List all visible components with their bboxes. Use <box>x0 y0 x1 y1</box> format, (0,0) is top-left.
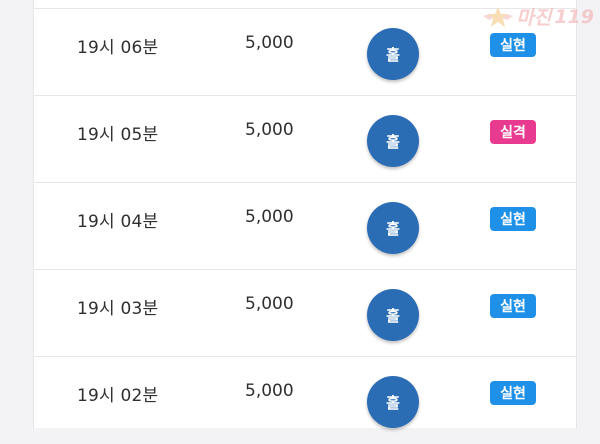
row-time: 19시 04분 <box>77 212 159 232</box>
pick-odd-button[interactable]: 홀 <box>367 115 419 167</box>
brand-watermark: 마진 119 <box>483 3 594 30</box>
result-badge: 실현 <box>490 294 536 318</box>
row-amount: 5,000 <box>245 33 294 53</box>
result-badge: 실현 <box>490 33 536 57</box>
row-time: 19시 06분 <box>77 38 159 58</box>
pick-odd-button[interactable]: 홀 <box>367 289 419 341</box>
result-badge: 실현 <box>490 207 536 231</box>
row-amount: 5,000 <box>245 120 294 140</box>
table-row: 19시 05분 5,000 홀 실격 <box>34 96 576 183</box>
row-amount: 5,000 <box>245 381 294 401</box>
row-time: 19시 05분 <box>77 125 159 145</box>
pick-odd-button[interactable]: 홀 <box>367 202 419 254</box>
row-amount: 5,000 <box>245 294 294 314</box>
history-list-panel: 19시 06분 5,000 홀 실현 19시 05분 5,000 홀 실격 19… <box>33 0 577 428</box>
result-badge: 실현 <box>490 381 536 405</box>
watermark-brand: 마진 <box>516 7 552 29</box>
crest-icon <box>483 6 514 27</box>
row-time: 19시 03분 <box>77 299 159 319</box>
table-row: 19시 04분 5,000 홀 실현 <box>34 183 576 270</box>
pick-odd-button[interactable]: 홀 <box>367 376 419 428</box>
pick-odd-button[interactable]: 홀 <box>367 28 419 80</box>
watermark-suffix: 119 <box>554 5 594 28</box>
table-row: 19시 02분 5,000 홀 실현 <box>34 357 576 444</box>
table-row: 19시 03분 5,000 홀 실현 <box>34 270 576 357</box>
result-badge: 실격 <box>490 120 536 144</box>
row-amount: 5,000 <box>245 207 294 227</box>
row-time: 19시 02분 <box>77 386 159 406</box>
